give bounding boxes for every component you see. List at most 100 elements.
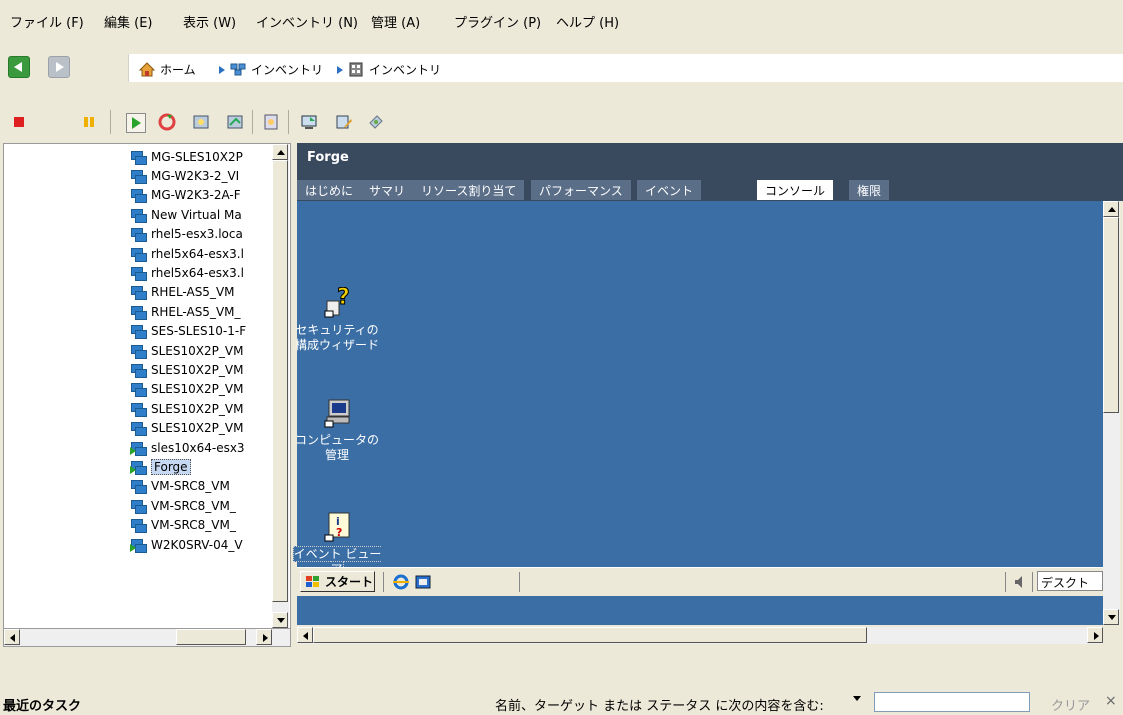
filter-dropdown-icon[interactable] [853, 696, 861, 701]
breadcrumb-inventory-2[interactable]: インベントリ [337, 61, 441, 78]
power-off-button[interactable] [10, 113, 28, 131]
filter-input[interactable] [874, 692, 1030, 712]
menu-help[interactable]: ヘルプ (H) [556, 12, 619, 31]
tree-node-label: rhel5x64-esx3.l [151, 246, 244, 261]
tree-node-vm[interactable]: rhel5x64-esx3.l [130, 245, 244, 262]
tab-summary[interactable]: サマリ [361, 180, 414, 200]
home-icon [139, 62, 155, 77]
breadcrumb-inventory-1[interactable]: インベントリ [219, 61, 323, 78]
tab-permissions[interactable]: 権限 [849, 180, 890, 200]
play-icon [132, 117, 141, 129]
inventory-icon [230, 63, 246, 76]
tree-node-vm[interactable]: SLES10X2P_VM [130, 342, 243, 359]
menu-view[interactable]: 表示 (W) [183, 12, 236, 31]
edit-settings-button[interactable] [335, 113, 353, 131]
tree-node-vm[interactable]: MG-W2K3-2A-F [130, 187, 241, 204]
snapshot-manager-button[interactable] [262, 113, 280, 131]
start-button[interactable]: スタート [300, 571, 375, 592]
tree-node-label: SLES10X2P_VM [151, 343, 244, 358]
tree-node-label: MG-SLES10X2P [151, 149, 243, 164]
tree-node-vm[interactable]: MG-SLES10X2P [130, 148, 243, 165]
desktop-icon-computer-management[interactable]: コンピュータの管理 [292, 397, 382, 463]
menu-bar: ファイル (F) 編集 (E) 表示 (W) インベントリ (N) 管理 (A)… [0, 0, 1123, 40]
scroll-up-button[interactable] [1103, 201, 1119, 217]
console-horizontal-scrollbar[interactable] [297, 627, 1103, 644]
tree-node-vm[interactable]: W2K0SRV-04_V [130, 536, 243, 553]
scroll-left-button[interactable] [4, 629, 20, 645]
tree-node-label: rhel5-esx3.loca [151, 227, 243, 242]
tree-node-vm[interactable]: sles10x64-esx3 [130, 439, 245, 456]
tray-sound-icon[interactable] [1012, 574, 1028, 590]
console-vertical-scrollbar[interactable] [1103, 201, 1120, 625]
scroll-thumb[interactable] [176, 629, 246, 645]
back-button[interactable] [8, 56, 30, 78]
power-on-button[interactable] [126, 113, 146, 133]
tree-node-vm[interactable]: VM-SRC8_VM [130, 478, 230, 495]
tree-node-vm[interactable]: VM-SRC8_VM_ [130, 517, 236, 534]
show-desktop-icon[interactable] [415, 574, 431, 590]
breadcrumb-home[interactable]: ホーム [139, 61, 196, 78]
console-icon [301, 115, 317, 129]
scroll-thumb[interactable] [313, 627, 867, 643]
scroll-right-button[interactable] [1087, 627, 1103, 643]
scroll-up-button[interactable] [272, 144, 288, 160]
reset-button[interactable] [158, 113, 176, 131]
vm-icon [130, 363, 147, 378]
menu-file[interactable]: ファイル (F) [10, 12, 84, 31]
snapshot-button[interactable] [192, 113, 210, 131]
tree-node-vm[interactable]: VM-SRC8_VM_ [130, 497, 236, 514]
tree-node-vm[interactable]: rhel5x64-esx3.l [130, 264, 244, 281]
vm-icon [130, 460, 147, 475]
desktop-toolbar-field[interactable]: デスクト [1037, 571, 1103, 591]
tab-events[interactable]: イベント [637, 180, 702, 200]
menu-edit[interactable]: 編集 (E) [104, 12, 153, 31]
vm-icon [130, 441, 147, 456]
edit-settings-icon [336, 115, 352, 129]
tree-node-vm[interactable]: RHEL-AS5_VM [130, 284, 235, 301]
close-icon[interactable]: × [1105, 693, 1117, 709]
vm-icon [130, 382, 147, 398]
clear-button[interactable]: クリア [1051, 695, 1090, 714]
stop-icon [14, 117, 24, 127]
tree-vertical-scrollbar[interactable] [272, 144, 289, 629]
breadcrumb-home-label: ホーム [160, 63, 196, 77]
tab-resource-allocation[interactable]: リソース割り当て [413, 180, 525, 200]
console-screen[interactable]: ? セキュリティの構成ウィザード コンピュータの管理 i? イベント ビューア [292, 201, 1103, 625]
scroll-down-button[interactable] [1103, 609, 1119, 625]
tab-console[interactable]: コンソール [757, 180, 834, 200]
tree-node-vm[interactable]: MG-W2K3-2_VI [130, 167, 239, 184]
forward-button[interactable] [48, 56, 70, 78]
console-button[interactable] [300, 113, 318, 131]
arrow-right-icon [1094, 632, 1099, 640]
tree-node-vm[interactable]: Forge [130, 458, 191, 475]
arrow-right-icon [263, 634, 268, 642]
tree-node-vm[interactable]: SLES10X2P_VM [130, 420, 243, 437]
tree-horizontal-scrollbar[interactable] [3, 628, 291, 647]
tab-getting-started[interactable]: はじめに [297, 180, 362, 200]
tree-node-vm[interactable]: New Virtual Ma [130, 206, 242, 223]
taskbar-separator [519, 572, 520, 592]
suspend-button[interactable] [80, 113, 98, 131]
migrate-button[interactable] [367, 113, 385, 131]
vm-icon [130, 227, 147, 243]
menu-inventory[interactable]: インベントリ (N) [256, 12, 358, 31]
tree-node-vm[interactable]: RHEL-AS5_VM_ [130, 303, 241, 320]
tree-node-vm[interactable]: rhel5-esx3.loca [130, 226, 243, 243]
tree-node-vm[interactable]: SES-SLES10-1-F [130, 323, 246, 340]
tree-node-vm[interactable]: SLES10X2P_VM [130, 361, 243, 378]
ie-icon[interactable] [393, 574, 409, 590]
tree-node-vm[interactable]: SLES10X2P_VM [130, 381, 243, 398]
menu-admin[interactable]: 管理 (A) [371, 12, 420, 31]
revert-snapshot-button[interactable] [226, 113, 244, 131]
scroll-thumb[interactable] [1103, 217, 1119, 413]
tab-performance[interactable]: パフォーマンス [531, 180, 631, 200]
scroll-thumb[interactable] [272, 160, 288, 602]
scroll-down-button[interactable] [272, 612, 288, 628]
desktop-icon-security-wizard[interactable]: ? セキュリティの構成ウィザード [292, 285, 382, 353]
tree-node-vm[interactable]: SLES10X2P_VM [130, 400, 243, 417]
tree-node-label: RHEL-AS5_VM [151, 285, 235, 300]
menu-plugin[interactable]: プラグイン (P) [454, 12, 541, 31]
scroll-left-button[interactable] [297, 627, 313, 643]
scroll-right-button[interactable] [256, 629, 272, 645]
toolbar-separator [288, 110, 289, 134]
